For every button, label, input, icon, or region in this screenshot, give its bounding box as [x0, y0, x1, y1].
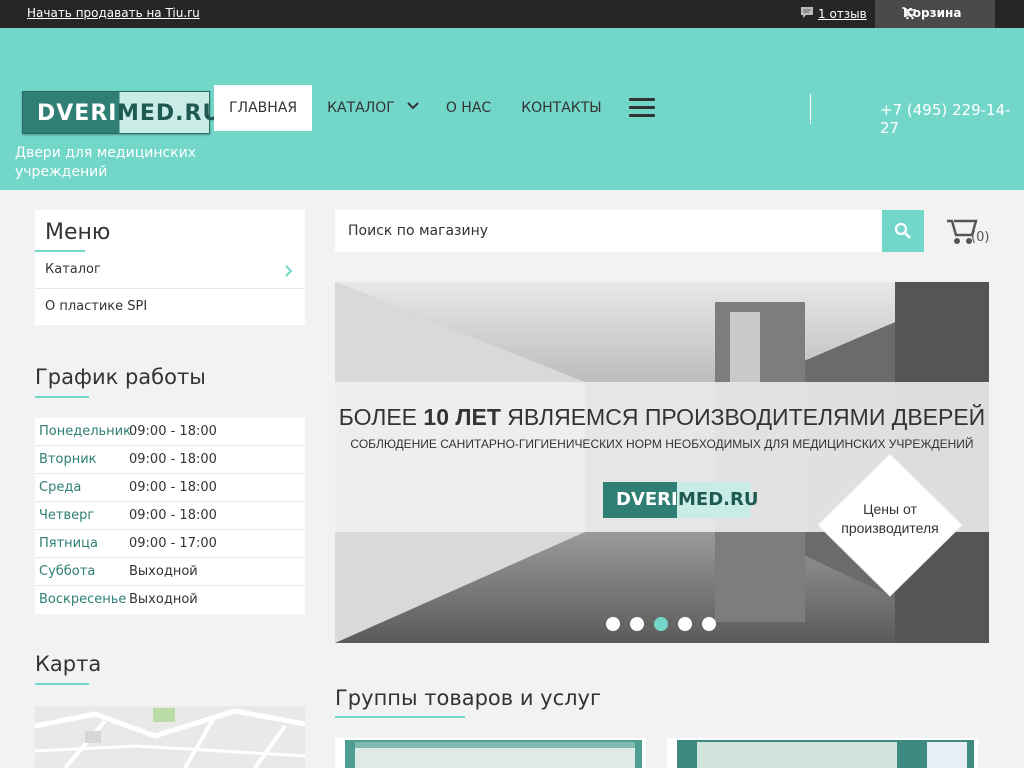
banner-subline: СОБЛЮДЕНИЕ САНИТАРНО-ГИГИЕНИЧЕСКИХ НОРМ … [350, 437, 974, 451]
menu-title: Меню [45, 220, 111, 245]
schedule-row: Пятница 09:00 - 17:00 [35, 530, 305, 558]
top-bar: Начать продавать на Tiu.ru 1 отзыв Корзи… [0, 0, 1024, 28]
nav-catalog[interactable]: КАТАЛОГ [312, 85, 431, 131]
schedule-time: Выходной [129, 564, 198, 579]
corridor-banner-image [335, 282, 989, 643]
schedule-day: Четверг [39, 508, 95, 523]
sidebar-item-label: О пластике SPI [45, 299, 148, 314]
product-group-image [677, 740, 974, 768]
sidebar-item-label: Каталог [45, 262, 101, 277]
slider-dot[interactable] [678, 617, 692, 631]
schedule-title-underline [35, 396, 89, 398]
slider-dot[interactable] [702, 617, 716, 631]
groups-title: Группы товаров и услуг [335, 686, 602, 710]
slider-dot[interactable] [606, 617, 620, 631]
schedule-time: Выходной [129, 592, 198, 607]
schedule-time: 09:00 - 18:00 [129, 424, 217, 439]
promo-slider[interactable]: БОЛЕЕ 10 ЛЕТ ЯВЛЯЕМСЯ ПРОИЗВОДИТЕЛЯМИ ДВ… [335, 282, 989, 643]
nav-catalog-label: КАТАЛОГ [327, 100, 395, 116]
cart-count: (0) [971, 230, 990, 245]
cart-icon [902, 7, 916, 20]
search-icon [894, 222, 911, 239]
schedule-day: Среда [39, 480, 82, 495]
nav-contacts[interactable]: КОНТАКТЫ [506, 85, 616, 131]
price-badge-line2: производителя [841, 520, 939, 536]
banner-headline-c: ЯВЛЯЕМСЯ ПРОИЗВОДИТЕЛЯМИ ДВЕРЕЙ [500, 404, 986, 430]
schedule-row: Четверг 09:00 - 18:00 [35, 502, 305, 530]
slider-dot-active[interactable] [654, 617, 668, 631]
header-divider [810, 94, 811, 124]
map-image [35, 706, 305, 768]
schedule-row: Понедельник 09:00 - 18:00 [35, 418, 305, 446]
search-bar [335, 210, 924, 252]
main-nav: ГЛАВНАЯ КАТАЛОГ О НАС КОНТАКТЫ [214, 85, 663, 131]
map-title: Карта [35, 652, 102, 676]
banner-headline: БОЛЕЕ 10 ЛЕТ ЯВЛЯЕМСЯ ПРОИЗВОДИТЕЛЯМИ ДВ… [335, 404, 989, 431]
chevron-down-icon [407, 102, 419, 110]
schedule-time: 09:00 - 18:00 [129, 480, 217, 495]
nav-about[interactable]: О НАС [431, 85, 506, 131]
banner-headline-a: БОЛЕЕ [338, 404, 424, 430]
site-logo[interactable]: DVERI MED.RU [22, 91, 220, 134]
product-group-card[interactable] [667, 738, 978, 768]
sidebar-menu: Меню Каталог О пластике SPI [35, 210, 305, 325]
schedule-row: Суббота Выходной [35, 558, 305, 586]
schedule-day: Воскресенье [39, 592, 127, 607]
schedule-time: 09:00 - 18:00 [129, 508, 217, 523]
banner-logo-part2: MED.RU [678, 489, 759, 510]
reviews-link[interactable]: 1 отзыв [800, 6, 867, 21]
schedule-row: Воскресенье Выходной [35, 586, 305, 614]
map-title-underline [35, 683, 89, 685]
nav-home[interactable]: ГЛАВНАЯ [214, 85, 313, 131]
map-widget[interactable] [35, 706, 305, 768]
site-header: DVERI MED.RU Двери для медицинских учреж… [0, 28, 1024, 190]
schedule-row: Среда 09:00 - 18:00 [35, 474, 305, 502]
banner-logo: DVERI MED.RU [603, 482, 758, 518]
price-badge: Цены от производителя [830, 500, 950, 538]
slider-dots [606, 617, 716, 631]
schedule-row: Вторник 09:00 - 18:00 [35, 446, 305, 474]
comment-icon [801, 7, 813, 18]
schedule-day: Понедельник [39, 424, 131, 439]
product-group-card[interactable] [335, 738, 646, 768]
logo-text-part1: DVERI [37, 101, 118, 126]
slider-dot[interactable] [630, 617, 644, 631]
price-badge-line1: Цены от [863, 501, 917, 517]
schedule-day: Суббота [39, 564, 96, 579]
sidebar-item-catalog[interactable]: Каталог [35, 252, 305, 289]
search-button[interactable] [882, 210, 924, 252]
schedule-day: Вторник [39, 452, 97, 467]
search-input[interactable] [335, 210, 882, 252]
sidebar-item-spi[interactable]: О пластике SPI [35, 288, 305, 325]
schedule-title: График работы [35, 365, 206, 389]
groups-title-underline [335, 716, 465, 718]
chevron-right-icon [285, 265, 293, 277]
schedule-time: 09:00 - 18:00 [129, 452, 217, 467]
hamburger-menu-icon[interactable] [617, 85, 663, 131]
logo-text-part2: MED.RU [117, 101, 222, 126]
schedule-time: 09:00 - 17:00 [129, 536, 217, 551]
start-selling-link[interactable]: Начать продавать на Tiu.ru [27, 6, 200, 20]
phone-number[interactable]: +7 (495) 229-14-27 [880, 101, 1024, 137]
schedule-table: Понедельник 09:00 - 18:00 Вторник 09:00 - … [35, 418, 305, 614]
banner-logo-part1: DVERI [616, 489, 678, 510]
reviews-label: 1 отзыв [818, 7, 867, 21]
cart-button[interactable]: Корзина [875, 0, 995, 28]
site-tagline: Двери для медицинских учреждений [15, 145, 197, 180]
product-group-image [345, 740, 642, 768]
banner-headline-b: 10 ЛЕТ [423, 404, 501, 430]
schedule-day: Пятница [39, 536, 98, 551]
